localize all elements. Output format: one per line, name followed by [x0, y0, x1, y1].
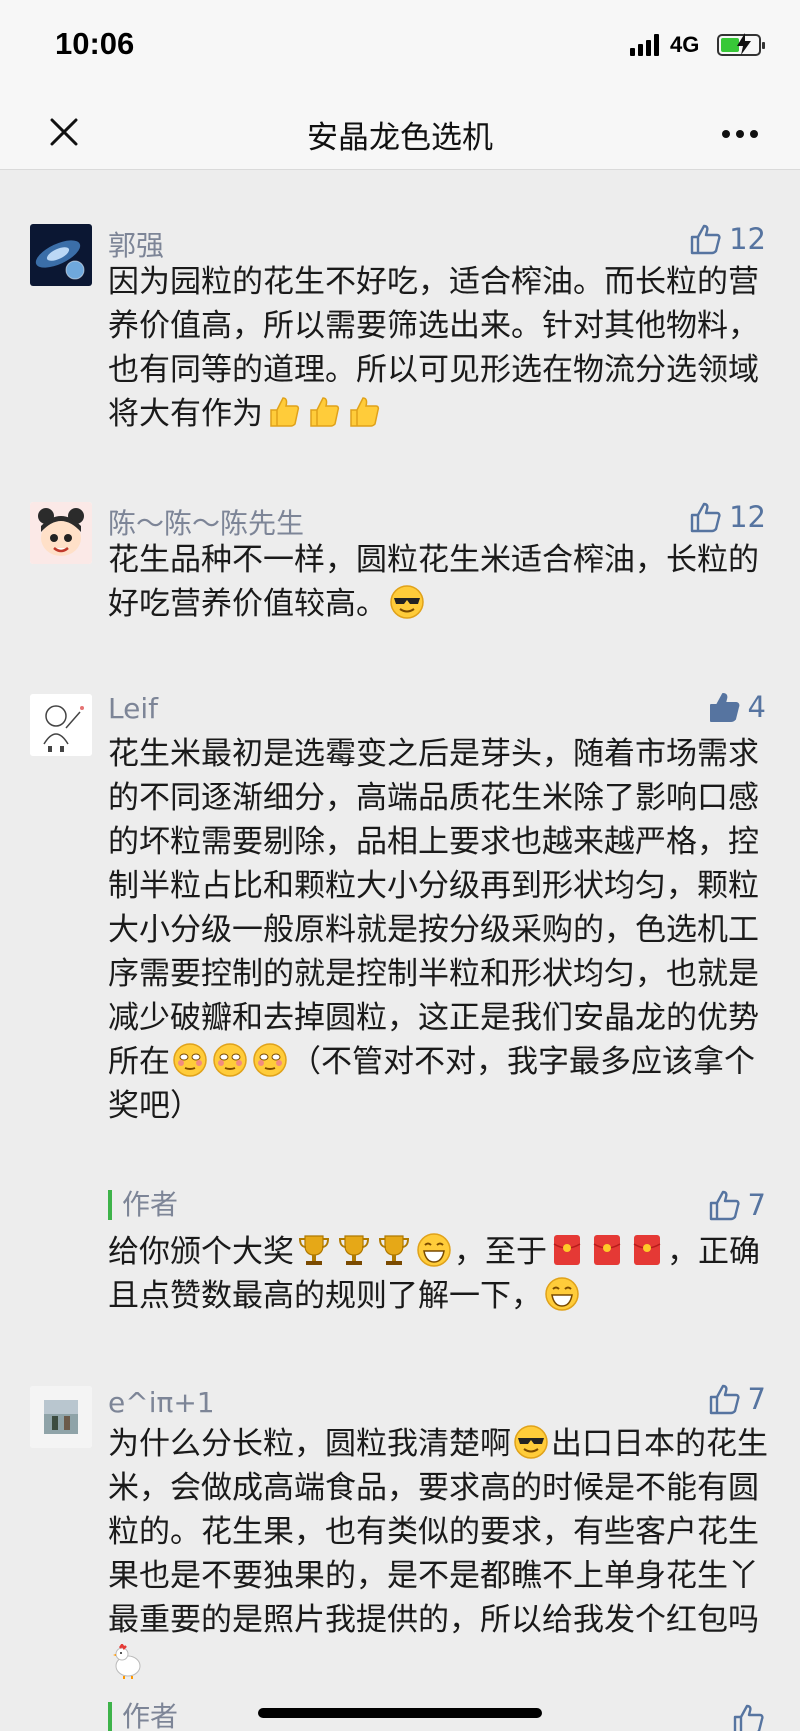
comment-text: 花生米最初是选霉变之后是芽头，随着市场需求的不同逐渐细分，高端品质花生米除了影响…: [108, 736, 759, 1124]
thumbs-up-icon: [733, 1704, 764, 1731]
thumbs-up-icon: [690, 502, 721, 533]
like-count: 12: [729, 500, 766, 534]
page-title: 安晶龙色选机: [307, 120, 493, 156]
author-reply: 作者: [108, 1190, 768, 1220]
network-type: 4G: [670, 32, 700, 57]
avatar[interactable]: [30, 224, 92, 286]
comment-author: 郭强: [108, 229, 165, 262]
like-count: 12: [729, 222, 766, 256]
avatar[interactable]: [30, 1386, 92, 1448]
thumbs-up-emoji-icon: [350, 397, 380, 427]
sunglasses-emoji-icon: [514, 1425, 548, 1459]
trophy-icon: [378, 1235, 410, 1265]
avatar[interactable]: [30, 694, 92, 756]
flushed-emoji-icon: [173, 1043, 207, 1077]
sunglasses-emoji-icon: [390, 585, 424, 619]
status-time: 10:06: [55, 26, 135, 61]
comment-author: e^iπ+1: [108, 1386, 215, 1419]
comment-author: Leif: [108, 692, 158, 725]
like-button[interactable]: 7: [708, 1382, 766, 1416]
thumbs-up-icon: [709, 1190, 740, 1221]
thumbs-up-icon: [709, 693, 739, 722]
reply-text: 给你颁个大奖 ，至于 ，正确且点赞数最高的规则了解一下，: [108, 1233, 760, 1314]
comment-author: 陈～陈～陈先生: [108, 507, 305, 540]
thumbs-up-emoji-icon: [310, 397, 340, 427]
thumbs-up-icon: [709, 1384, 740, 1415]
comment-text: 为什么分长粒，圆粒我清楚啊 出口日本的花生米，会做成高端食品，要求高的时候是不能有…: [108, 1422, 768, 1686]
red-envelope-icon: [593, 1235, 621, 1265]
status-bar: 10:06 4G: [0, 0, 800, 96]
like-button[interactable]: [732, 1702, 766, 1731]
more-icon: [722, 130, 758, 138]
like-button[interactable]: 12: [689, 222, 766, 256]
comment-text: 花生品种不一样，圆粒花生米适合榨油，长粒的好吃营养价值较高。: [108, 542, 759, 622]
comment-text: 因为园粒的花生不好吃，适合榨油。而长粒的营养价值高，所以需要筛选出来。针对其他物…: [108, 264, 759, 432]
grin-emoji-icon: [417, 1233, 451, 1267]
grin-emoji-icon: [545, 1277, 579, 1311]
like-button[interactable]: 7: [708, 1188, 766, 1222]
more-button[interactable]: [718, 114, 762, 154]
home-indicator[interactable]: [258, 1708, 542, 1718]
avatar[interactable]: [30, 502, 92, 564]
red-envelope-icon: [633, 1235, 661, 1265]
battery-icon: [717, 33, 765, 56]
trophy-icon: [338, 1235, 370, 1265]
like-count: 4: [747, 690, 766, 724]
red-envelope-icon: [553, 1235, 581, 1265]
flushed-emoji-icon: [253, 1043, 287, 1077]
thumbs-up-emoji-icon: [270, 397, 300, 427]
like-button[interactable]: 4: [708, 690, 766, 724]
trophy-icon: [298, 1235, 330, 1265]
nav-bar: 安晶龙色选机: [0, 96, 800, 170]
like-count: 7: [747, 1382, 766, 1416]
flushed-emoji-icon: [213, 1043, 247, 1077]
signal-icon: [630, 34, 664, 56]
reply-author: 作者: [108, 1190, 768, 1220]
chicken-icon: [113, 1644, 141, 1679]
like-count: 7: [747, 1188, 766, 1222]
thumbs-up-icon: [690, 224, 721, 255]
like-button[interactable]: 12: [689, 500, 766, 534]
